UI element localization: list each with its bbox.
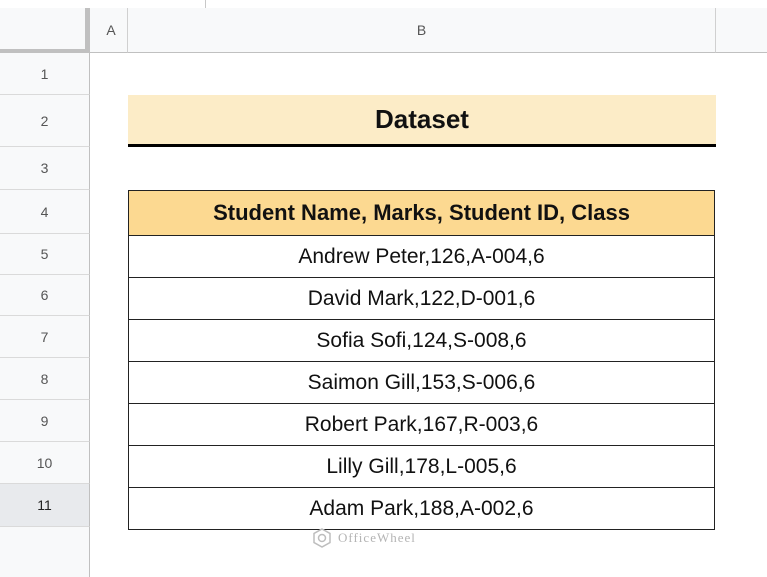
row-header-6[interactable]: 6 [0,275,90,316]
select-all-corner[interactable] [0,8,90,53]
dataset-table: Student Name, Marks, Student ID, Class A… [128,190,715,530]
row-header-2[interactable]: 2 [0,95,90,147]
table-header-row: Student Name, Marks, Student ID, Class [128,190,715,236]
row-header-9[interactable]: 9 [0,400,90,442]
table-header-cell[interactable]: Student Name, Marks, Student ID, Class [128,190,715,236]
table-row: Andrew Peter,126,A-004,6 [128,235,715,278]
row-header-7[interactable]: 7 [0,316,90,358]
table-row: Adam Park,188,A-002,6 [128,487,715,530]
column-header-c[interactable] [716,8,767,53]
table-cell[interactable]: Lilly Gill,178,L-005,6 [128,445,715,488]
table-cell[interactable]: David Mark,122,D-001,6 [128,277,715,320]
row-header-8[interactable]: 8 [0,358,90,400]
row-header-empty [0,527,90,577]
row-header-4[interactable]: 4 [0,190,90,234]
watermark: OfficeWheel [312,527,416,549]
dataset-title[interactable]: Dataset [128,95,716,147]
table-cell[interactable]: Robert Park,167,R-003,6 [128,403,715,446]
table-row: Sofia Sofi,124,S-008,6 [128,319,715,362]
table-cell[interactable]: Adam Park,188,A-002,6 [128,487,715,530]
column-header-a[interactable]: A [95,8,128,53]
row-header-3[interactable]: 3 [0,147,90,190]
table-row: David Mark,122,D-001,6 [128,277,715,320]
watermark-text: OfficeWheel [338,530,416,545]
table-cell[interactable]: Sofia Sofi,124,S-008,6 [128,319,715,362]
column-header-b[interactable]: B [128,8,716,53]
row-header-11[interactable]: 11 [0,484,90,527]
officewheel-logo-icon [313,528,331,548]
top-divider [205,0,206,8]
row-header-1[interactable]: 1 [0,53,90,95]
table-row: Robert Park,167,R-003,6 [128,403,715,446]
table-row: Lilly Gill,178,L-005,6 [128,445,715,488]
row-header-5[interactable]: 5 [0,234,90,275]
row-header-10[interactable]: 10 [0,442,90,484]
top-strip [0,0,767,8]
table-row: Saimon Gill,153,S-006,6 [128,361,715,404]
table-cell[interactable]: Andrew Peter,126,A-004,6 [128,235,715,278]
table-cell[interactable]: Saimon Gill,153,S-006,6 [128,361,715,404]
